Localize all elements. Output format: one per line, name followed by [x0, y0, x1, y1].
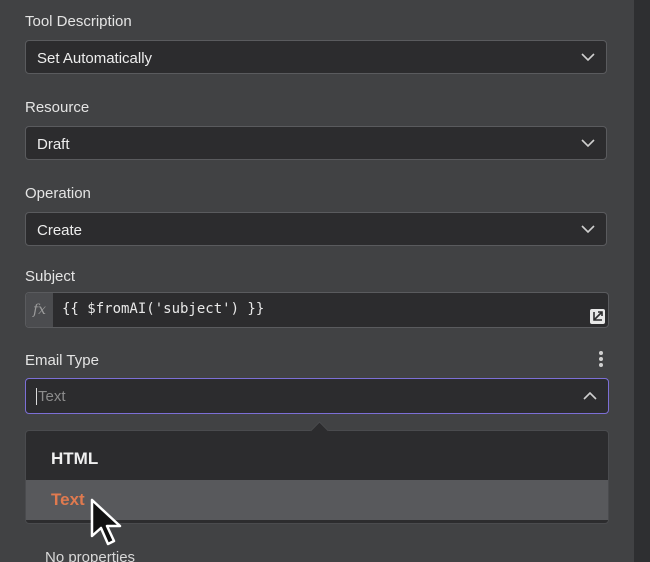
- email-type-placeholder: Text: [38, 388, 66, 405]
- resource-label: Resource: [25, 99, 90, 116]
- tool-description-value: Set Automatically: [37, 50, 153, 67]
- chevron-down-icon: [581, 52, 595, 62]
- email-type-label: Email Type: [25, 352, 99, 369]
- subject-label: Subject: [25, 268, 76, 285]
- operation-select[interactable]: Create: [25, 212, 607, 246]
- kebab-icon[interactable]: [599, 351, 603, 367]
- option-html[interactable]: HTML: [26, 449, 608, 479]
- subject-expression: {{ $fromAI('subject') }}: [62, 301, 265, 317]
- chevron-down-icon: [581, 138, 595, 148]
- resource-select[interactable]: Draft: [25, 126, 607, 160]
- operation-value: Create: [37, 222, 83, 239]
- no-properties-text: No properties: [45, 549, 136, 562]
- node-parameters-panel: Tool Description Set Automatically Resou…: [0, 0, 650, 562]
- panel-edge: [634, 0, 650, 562]
- dropdown-arrow: [310, 421, 329, 440]
- tool-description-select[interactable]: Set Automatically: [25, 40, 607, 74]
- resource-value: Draft: [37, 136, 70, 153]
- chevron-up-icon: [583, 391, 597, 401]
- expand-icon[interactable]: [590, 309, 605, 324]
- email-type-select[interactable]: Text: [25, 378, 609, 414]
- tool-description-label: Tool Description: [25, 13, 132, 30]
- subject-expression-input[interactable]: fx {{ $fromAI('subject') }}: [25, 292, 609, 328]
- chevron-down-icon: [581, 224, 595, 234]
- fx-icon: fx: [26, 293, 53, 327]
- operation-label: Operation: [25, 185, 91, 202]
- text-caret: [36, 388, 37, 405]
- mouse-cursor-icon: [90, 498, 124, 548]
